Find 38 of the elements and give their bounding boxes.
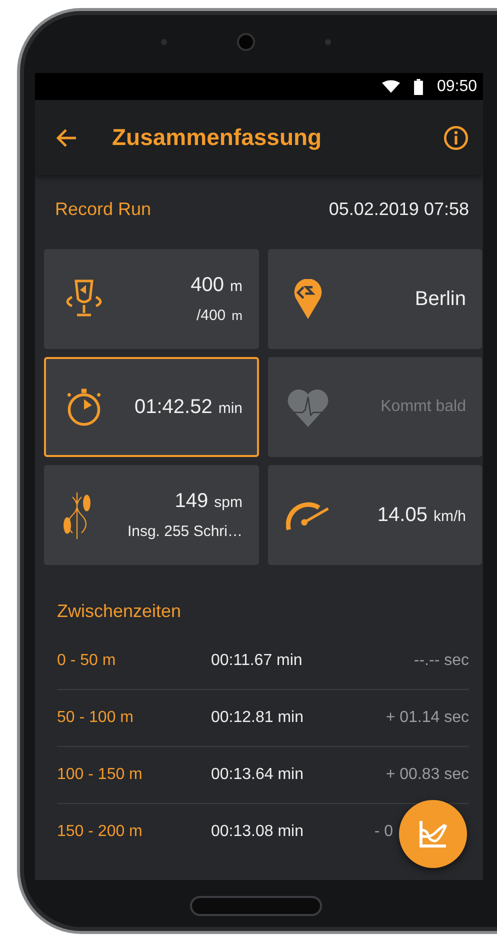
split-delta: + 01.14 sec bbox=[386, 709, 469, 727]
clock-time: 09:50 bbox=[436, 78, 477, 96]
stat-card[interactable]: 14.05 km/h bbox=[268, 465, 482, 565]
section-title: Zwischenzeiten bbox=[56, 600, 182, 623]
stat-value: Kommt bald bbox=[380, 398, 466, 416]
sensor-icon bbox=[325, 39, 331, 45]
split-distance: 0 - 50 m bbox=[57, 652, 117, 670]
split-distance: 150 - 200 m bbox=[57, 823, 144, 841]
chart-icon bbox=[418, 819, 448, 849]
stat-value: Berlin bbox=[414, 288, 466, 310]
stat-subvalue: Insg. 255 Schri… bbox=[127, 523, 242, 540]
wifi-icon bbox=[382, 80, 400, 93]
stat-subvalue: /400 m bbox=[195, 307, 242, 324]
stat-value: 149 spm bbox=[174, 490, 242, 513]
split-time: 00:11.67 min bbox=[211, 652, 304, 670]
heart-icon bbox=[286, 387, 330, 427]
split-time: 00:13.08 min bbox=[211, 823, 305, 841]
stat-value: 400 m bbox=[190, 274, 242, 297]
split-distance: 50 - 100 m bbox=[57, 709, 134, 727]
split-delta: + 00.83 sec bbox=[386, 766, 469, 784]
split-delta: --.-- sec bbox=[414, 652, 469, 670]
camera-icon bbox=[237, 33, 255, 51]
split-delta: - 0 bbox=[374, 823, 393, 841]
run-datetime: 05.02.2019 07:58 bbox=[328, 198, 469, 220]
stat-value: 01:42.52 min bbox=[134, 396, 242, 418]
stat-card[interactable]: 400 m /400 m bbox=[44, 249, 258, 349]
stat-card[interactable]: Berlin bbox=[268, 249, 482, 349]
split-time: 00:12.81 min bbox=[211, 709, 305, 727]
battery-icon bbox=[414, 78, 423, 94]
split-time: 00:13.64 min bbox=[211, 766, 305, 784]
stat-card[interactable]: 149 spm Insg. 255 Schri… bbox=[44, 465, 258, 565]
screen-title: Zusammenfassung bbox=[112, 124, 323, 151]
info-icon[interactable] bbox=[443, 124, 469, 150]
stat-value: 14.05 km/h bbox=[377, 504, 466, 526]
split-distance: 100 - 150 m bbox=[57, 766, 144, 784]
run-type-label: Record Run bbox=[55, 198, 152, 220]
sensor-icon bbox=[161, 39, 167, 45]
stat-card[interactable]: 01:42.52 min bbox=[44, 357, 258, 457]
